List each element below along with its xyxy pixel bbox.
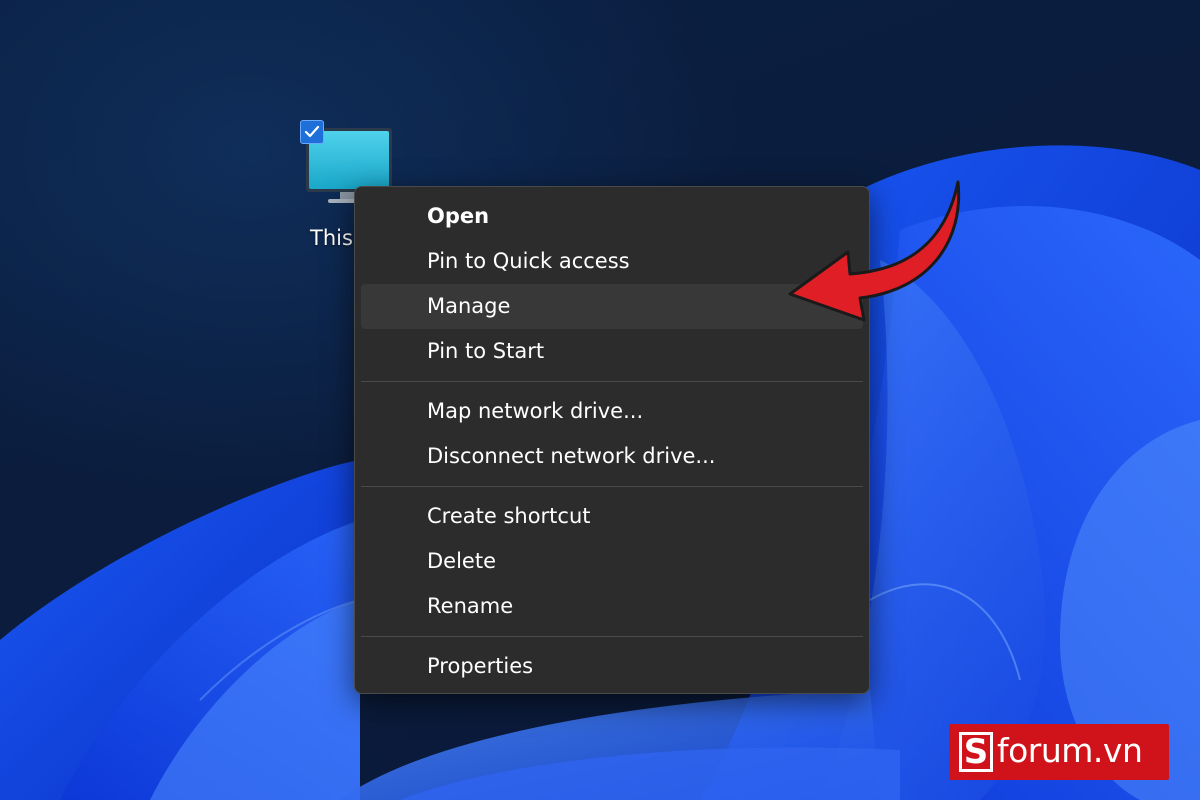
selection-checkbox[interactable] — [300, 120, 324, 144]
checkmark-icon — [304, 125, 320, 138]
watermark-text: forum.vn — [997, 731, 1143, 770]
menu-item-delete[interactable]: Delete — [361, 539, 863, 584]
sforum-s-logo-icon: S — [959, 732, 993, 772]
menu-separator — [361, 381, 863, 382]
sforum-watermark-logo: S forum.vn — [949, 724, 1169, 780]
red-arrow-annotation-icon — [788, 180, 961, 322]
menu-item-create-shortcut[interactable]: Create shortcut — [361, 494, 863, 539]
menu-separator — [361, 486, 863, 487]
menu-separator — [361, 636, 863, 637]
menu-item-rename[interactable]: Rename — [361, 584, 863, 629]
menu-item-properties[interactable]: Properties — [361, 644, 863, 689]
menu-item-disconnect-network-drive[interactable]: Disconnect network drive... — [361, 434, 863, 479]
desktop: This PC Open Pin to Quick access Manage … — [0, 0, 1200, 800]
menu-item-map-network-drive[interactable]: Map network drive... — [361, 389, 863, 434]
